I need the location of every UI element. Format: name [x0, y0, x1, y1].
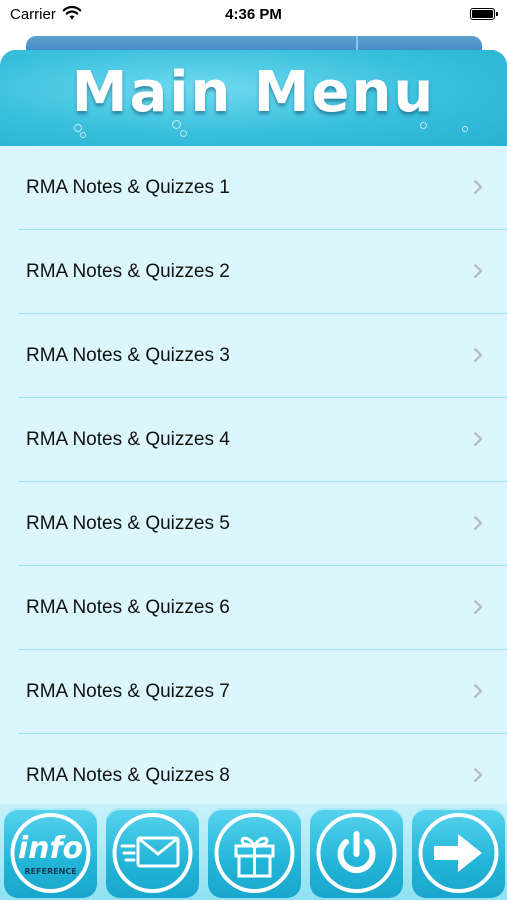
list-item[interactable]: RMA Notes & Quizzes 6	[0, 566, 507, 650]
chevron-right-icon	[474, 432, 482, 446]
list-item[interactable]: RMA Notes & Quizzes 7	[0, 650, 507, 734]
bubble-decoration	[172, 120, 181, 129]
status-bar: Carrier 4:36 PM	[0, 0, 507, 30]
bubble-decoration	[462, 126, 468, 132]
header-banner: Main Menu	[0, 50, 507, 146]
power-button[interactable]	[310, 808, 403, 898]
list-item[interactable]: RMA Notes & Quizzes 5	[0, 482, 507, 566]
chevron-right-icon	[474, 768, 482, 782]
gift-icon	[214, 813, 295, 893]
page-title: Main Menu	[71, 60, 436, 125]
bubble-decoration	[420, 122, 427, 129]
list-item[interactable]: RMA Notes & Quizzes 2	[0, 230, 507, 314]
chevron-right-icon	[474, 516, 482, 530]
info-reference-icon: info REFERENCE	[10, 813, 91, 893]
menu-list: RMA Notes & Quizzes 1 RMA Notes & Quizze…	[0, 146, 507, 804]
list-item[interactable]: RMA Notes & Quizzes 3	[0, 314, 507, 398]
next-button[interactable]	[412, 808, 505, 898]
list-item-label: RMA Notes & Quizzes 4	[26, 429, 230, 450]
chevron-right-icon	[474, 264, 482, 278]
list-item-label: RMA Notes & Quizzes 7	[26, 681, 230, 702]
list-item-label: RMA Notes & Quizzes 5	[26, 513, 230, 534]
info-logo-text: info	[18, 831, 83, 866]
chevron-right-icon	[474, 684, 482, 698]
arrow-right-icon	[418, 813, 499, 893]
list-item-label: RMA Notes & Quizzes 3	[26, 345, 230, 366]
list-item-label: RMA Notes & Quizzes 6	[26, 597, 230, 618]
chevron-right-icon	[474, 600, 482, 614]
list-item[interactable]: RMA Notes & Quizzes 8	[0, 734, 507, 804]
bubble-decoration	[180, 130, 187, 137]
info-reference-button[interactable]: info REFERENCE	[4, 808, 97, 898]
list-item-label: RMA Notes & Quizzes 1	[26, 177, 230, 198]
email-button[interactable]	[106, 808, 199, 898]
bubble-decoration	[74, 124, 82, 132]
list-item-label: RMA Notes & Quizzes 2	[26, 261, 230, 282]
info-logo-subtext: REFERENCE	[24, 867, 76, 876]
clock: 4:36 PM	[225, 6, 282, 23]
chevron-right-icon	[474, 348, 482, 362]
battery-icon	[470, 8, 498, 20]
gift-button[interactable]	[208, 808, 301, 898]
main-menu-panel: Main Menu RMA Notes & Quizzes 1 RMA Note…	[0, 50, 507, 900]
list-item-label: RMA Notes & Quizzes 8	[26, 765, 230, 786]
bubble-decoration	[80, 132, 86, 138]
list-item[interactable]: RMA Notes & Quizzes 4	[0, 398, 507, 482]
bottom-toolbar: info REFERENCE	[0, 804, 507, 900]
email-icon	[112, 813, 193, 893]
chevron-right-icon	[474, 180, 482, 194]
list-item[interactable]: RMA Notes & Quizzes 1	[0, 146, 507, 230]
power-icon	[316, 813, 397, 893]
